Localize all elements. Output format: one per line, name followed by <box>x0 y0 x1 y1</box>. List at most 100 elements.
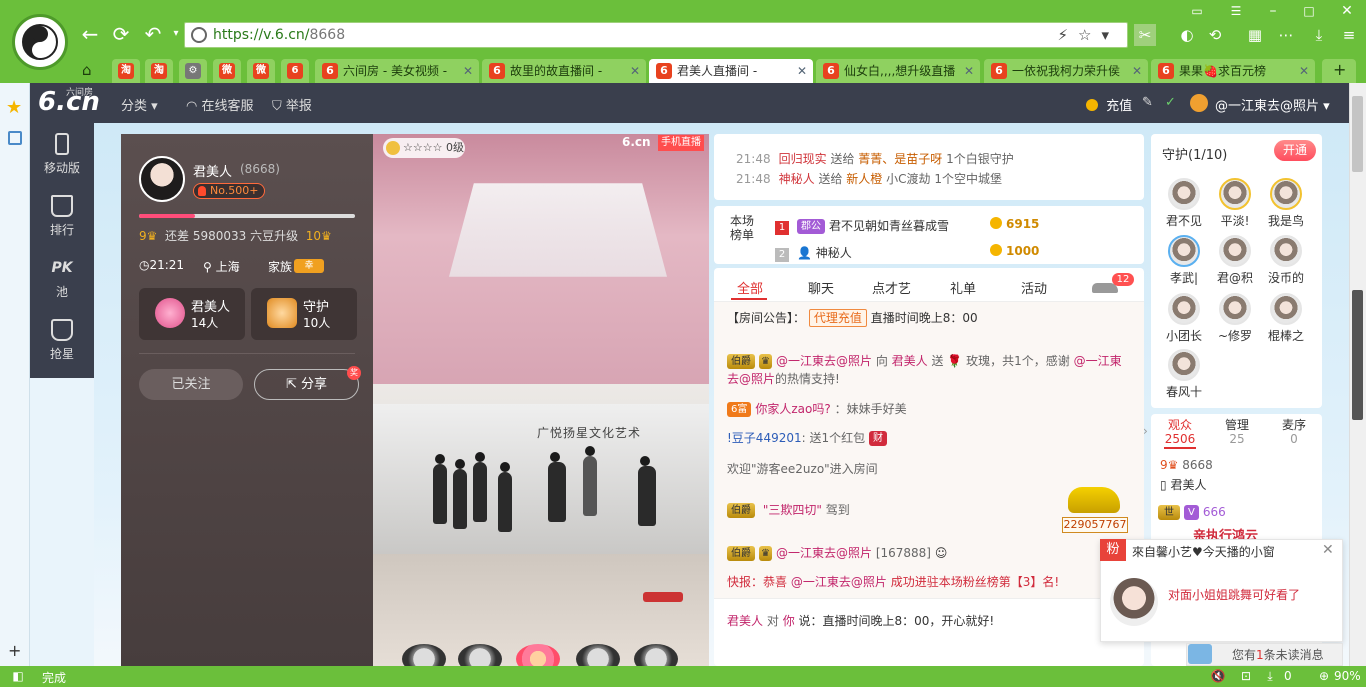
guard-member[interactable]: ~修罗 <box>1213 293 1257 344</box>
tab-6cn[interactable]: 6 <box>281 59 309 83</box>
category-menu[interactable]: 分类 ▾ <box>121 95 158 114</box>
live-video[interactable] <box>373 134 709 666</box>
sidebar-toggle-icon[interactable]: ◧ <box>10 669 26 683</box>
video-level-badge[interactable]: ☆☆☆☆ 0级 <box>383 138 465 158</box>
guard-member[interactable]: 没币的 <box>1264 235 1308 286</box>
online-service-link[interactable]: ◠ 在线客服 <box>186 95 254 114</box>
sidebar-add-icon[interactable]: + <box>8 641 21 660</box>
window-skin-icon[interactable]: ▭ <box>1186 0 1208 22</box>
admin-tab[interactable]: 管理 25 <box>1212 418 1262 446</box>
notification-message[interactable]: 对面小姐姐跳舞可好看了 <box>1168 586 1300 603</box>
report-link[interactable]: ⛉ 举报 <box>272 95 312 114</box>
rank-row[interactable]: 1 郡公 君不见朝如青丝暮成雪 <box>775 217 949 235</box>
followed-button[interactable]: 已关注 <box>139 369 243 400</box>
mute-icon[interactable]: 🔇 <box>1210 669 1226 683</box>
scrollbar-thumb[interactable] <box>1352 290 1363 420</box>
chat-tab-gifts[interactable]: 礼单 <box>950 278 976 297</box>
chat-tab-talent[interactable]: 点才艺 <box>872 278 911 297</box>
zoom-level[interactable]: 90% <box>1334 669 1361 683</box>
tab-item[interactable]: 6 一依祝我柯力荣升侯 ✕ <box>984 59 1148 83</box>
audience-name[interactable]: ▯ 君美人 <box>1160 476 1206 493</box>
minimize-icon[interactable]: – <box>1262 0 1284 22</box>
tab-item[interactable]: 6 故里的故直播间 - ✕ <box>482 59 646 83</box>
unread-text[interactable]: 您有1条未读消息 <box>1232 646 1324 663</box>
reading-icon[interactable] <box>8 131 22 145</box>
translate-icon[interactable]: ◐ <box>1176 24 1198 46</box>
nav-mobile[interactable]: 移动版 <box>30 123 94 183</box>
share-button[interactable]: ⇱ 分享 <box>254 369 359 400</box>
close-icon[interactable]: ✕ <box>1322 542 1334 558</box>
tab-weibo-2[interactable]: 微 <box>247 59 275 83</box>
guard-member[interactable]: 春风十 <box>1162 349 1206 400</box>
screenshot-icon[interactable]: ⊡ <box>1238 669 1254 683</box>
guard-member[interactable]: 平淡! <box>1213 178 1257 229</box>
chat-message: 6富 你家人zao吗? ：妹妹手好美 <box>727 400 1127 418</box>
guard-stat[interactable]: 守护 10人 <box>251 288 357 340</box>
undo-icon[interactable]: ↶ <box>141 22 165 46</box>
scissors-icon[interactable]: ✂ <box>1134 24 1156 46</box>
url-text[interactable]: https://v.6.cn/8668 <box>213 27 345 43</box>
collapse-chevron-icon[interactable]: › <box>1143 424 1148 438</box>
download-icon[interactable]: ⤓ <box>1308 24 1330 46</box>
guard-member[interactable]: 小团长 <box>1162 293 1206 344</box>
user-menu[interactable]: @一江東去@照片 ▾ <box>1215 95 1330 114</box>
streamer-avatar[interactable] <box>139 156 185 202</box>
calculator-icon[interactable]: ▦ <box>1244 24 1266 46</box>
tab-weibo-1[interactable]: 微 <box>213 59 241 83</box>
open-guard-button[interactable]: 开通 <box>1274 140 1316 161</box>
back-icon[interactable]: ← <box>78 22 102 46</box>
edit-icon[interactable]: ✎ <box>1142 95 1153 110</box>
nav-grab-star[interactable]: 抢星 <box>30 309 94 369</box>
address-bar-actions[interactable]: ⚡☆▾ <box>1057 26 1119 44</box>
download-status-icon[interactable]: ⤓ <box>1262 669 1278 683</box>
guard-member[interactable]: 孝武| <box>1162 235 1206 286</box>
audience-row[interactable]: 9♛ 8668 <box>1160 458 1213 472</box>
guard-member[interactable]: 我是鸟 <box>1264 178 1308 229</box>
chat-tab-chat[interactable]: 聊天 <box>808 278 834 297</box>
bag-icon <box>51 319 73 341</box>
menu-icon[interactable]: ≡ <box>1338 24 1360 46</box>
guard-member[interactable]: 君不见 <box>1162 178 1206 229</box>
nav-rank[interactable]: 排行 <box>30 185 94 245</box>
tab-taobao-2[interactable]: 淘 <box>145 59 173 83</box>
recharge-link[interactable]: 充值 <box>1086 95 1132 114</box>
zoom-icon[interactable]: ⊕ <box>1316 669 1332 683</box>
chat-bubble-icon[interactable] <box>1188 644 1212 664</box>
tab-taobao-1[interactable]: 淘 <box>112 59 140 83</box>
close-window-icon[interactable]: ✕ <box>1336 0 1358 22</box>
window-feedback-icon[interactable]: ☰ <box>1225 0 1247 22</box>
rank-badge[interactable]: No.500+ <box>193 183 265 199</box>
sync-icon[interactable]: ⟲ <box>1204 24 1226 46</box>
mic-queue-tab[interactable]: 麦序 0 <box>1269 418 1319 446</box>
favorites-star-icon[interactable]: ★ <box>6 97 22 118</box>
maximize-icon[interactable]: □ <box>1298 0 1320 22</box>
red-envelope-icon[interactable]: 财 <box>869 431 887 446</box>
site-logo[interactable]: 6.cn 六间房 <box>38 87 100 117</box>
guard-member[interactable]: 君@积 <box>1213 235 1257 286</box>
guard-member[interactable]: 棍棒之 <box>1264 293 1308 344</box>
home-icon[interactable]: ⌂ <box>76 59 104 83</box>
audience-tab[interactable]: 观众 2506 <box>1155 418 1205 446</box>
browser-logo[interactable] <box>12 14 68 70</box>
scrollbar-thumb[interactable] <box>1352 96 1363 172</box>
family-badge[interactable]: 幸 <box>294 259 324 273</box>
fans-stat[interactable]: 君美人 14人 <box>139 288 245 340</box>
proxy-recharge-button[interactable]: 代理充值 <box>809 309 867 327</box>
chat-tab-activity[interactable]: 活动 <box>1021 278 1047 297</box>
tab-item[interactable]: 6 果果🍓求百元榜 ✕ <box>1151 59 1315 83</box>
refresh-icon[interactable]: ⟳ <box>109 22 133 46</box>
user-avatar[interactable] <box>1190 94 1208 112</box>
tab-item-active[interactable]: 6 君美人直播间 - ✕ <box>649 59 813 83</box>
address-bar[interactable]: https://v.6.cn/8668 ⚡☆▾ <box>184 22 1128 48</box>
more-icon[interactable]: ⋯ <box>1275 24 1297 46</box>
tab-item[interactable]: 6 六间房 - 美女视频 - ✕ <box>315 59 479 83</box>
rank-row[interactable]: 2 👤 神秘人 <box>775 244 852 262</box>
check-icon[interactable]: ✓ <box>1165 95 1176 110</box>
tab-item[interactable]: 6 仙女白,,,,想升级直播 ✕ <box>816 59 980 83</box>
notification-avatar[interactable] <box>1110 578 1158 626</box>
new-tab-button[interactable]: + <box>1322 59 1356 83</box>
audience-row[interactable]: 世 V 666 <box>1158 505 1226 520</box>
tab-settings[interactable]: ⚙ <box>179 59 207 83</box>
chat-tab-all[interactable]: 全部 <box>737 278 763 297</box>
nav-pk[interactable]: PK 池 <box>30 247 94 307</box>
